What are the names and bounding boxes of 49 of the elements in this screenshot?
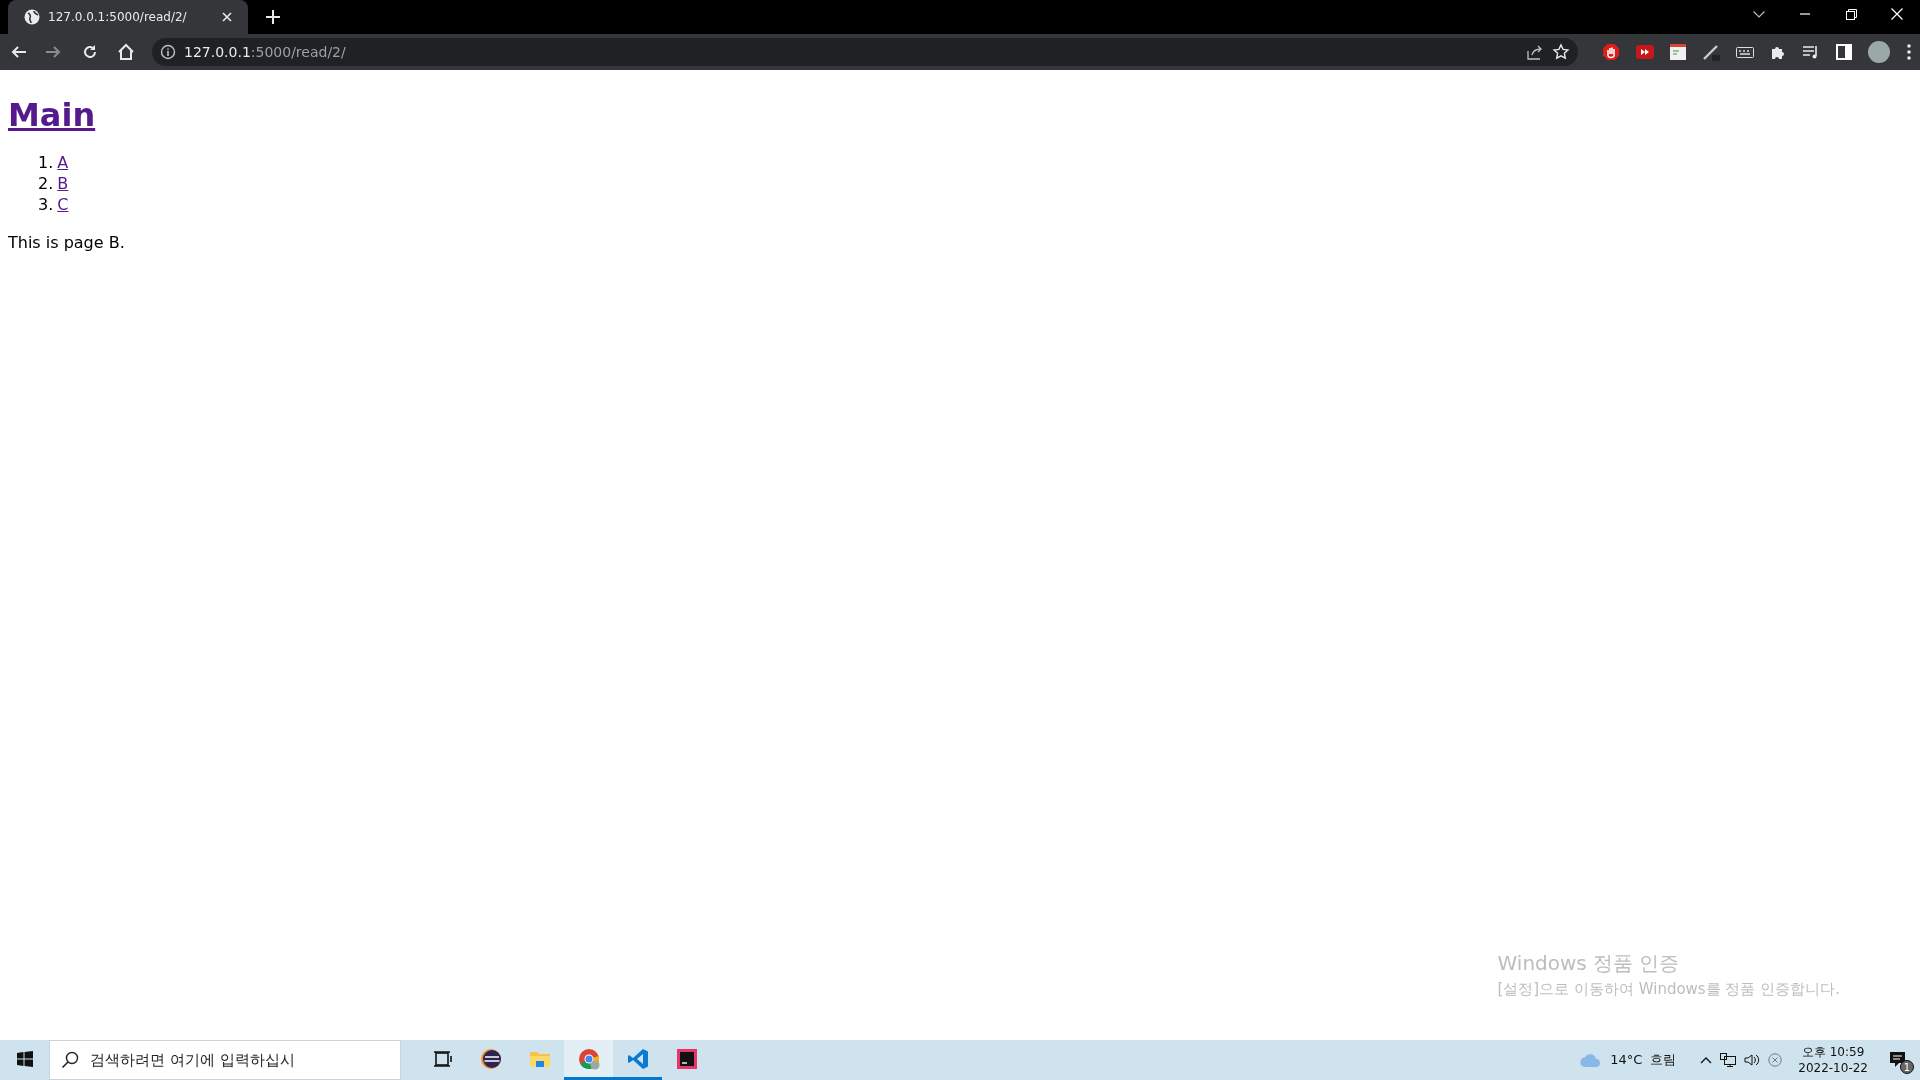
pen-icon[interactable]: [1702, 43, 1720, 61]
info-icon: [160, 44, 176, 60]
windows-logo-icon: [16, 1050, 33, 1067]
side-panel-icon[interactable]: [1836, 44, 1852, 60]
list-number: 3.: [38, 194, 54, 216]
puzzle-icon[interactable]: [1770, 44, 1786, 60]
notepad-icon[interactable]: [1670, 44, 1686, 60]
minimize-icon: [1800, 13, 1810, 15]
clock-button[interactable]: 오후 10:59 2022-10-22: [1798, 1044, 1868, 1076]
browser-tab[interactable]: 127.0.0.1:5000/read/2/: [8, 0, 248, 34]
list-number: 2.: [38, 173, 54, 195]
url-text: 127.0.0.1:5000/read/2/: [184, 42, 347, 62]
notification-count: 1: [1900, 1060, 1914, 1074]
list-link[interactable]: A: [57, 152, 69, 174]
notification-button[interactable]: 1: [1884, 1046, 1912, 1074]
keyboard-icon[interactable]: [1736, 45, 1754, 59]
fast-forward-icon[interactable]: [1636, 45, 1654, 59]
activation-message: [설정]으로 이동하여 Windows를 정품 인증합니다.: [1497, 978, 1840, 1000]
chevron-down-icon: [1753, 10, 1765, 18]
home-icon: [116, 42, 136, 62]
paragraph: This is page B.: [8, 232, 126, 255]
close-icon[interactable]: [222, 12, 232, 22]
list-link[interactable]: B: [57, 173, 69, 195]
chevron-up-icon[interactable]: [1700, 1056, 1713, 1064]
share-icon[interactable]: [1526, 43, 1544, 61]
chrome-icon: [577, 1047, 600, 1070]
restore-icon: [1845, 8, 1857, 20]
stop-hand-icon[interactable]: [1602, 43, 1620, 61]
network-icon[interactable]: [1720, 1053, 1737, 1067]
playlist-icon[interactable]: [1802, 44, 1820, 60]
address-bar[interactable]: 127.0.0.1:5000/read/2/: [152, 38, 1578, 66]
cloud-icon: [1578, 1052, 1603, 1068]
activation-title: Windows 정품 인증: [1497, 949, 1681, 977]
eclipse-icon: [479, 1047, 502, 1070]
temperature-text: 14°C: [1610, 1051, 1643, 1070]
cancel-circle-icon[interactable]: [1768, 1053, 1783, 1067]
weather-condition: 흐림: [1650, 1051, 1677, 1070]
home-button[interactable]: [116, 42, 136, 62]
close-icon: [1891, 8, 1903, 20]
list-number: 1.: [38, 152, 54, 174]
speaker-icon[interactable]: [1744, 1053, 1761, 1067]
avatar-icon[interactable]: [1868, 41, 1890, 63]
more-menu-icon[interactable]: [1906, 43, 1912, 61]
star-icon[interactable]: [1552, 43, 1570, 61]
search-field[interactable]: 검색하려면 여기에 입력하십시: [49, 1040, 401, 1080]
message-icon: [1888, 1050, 1908, 1070]
vscode-icon: [626, 1047, 649, 1070]
heading-link[interactable]: Main: [8, 96, 96, 134]
list-link[interactable]: C: [57, 194, 69, 216]
